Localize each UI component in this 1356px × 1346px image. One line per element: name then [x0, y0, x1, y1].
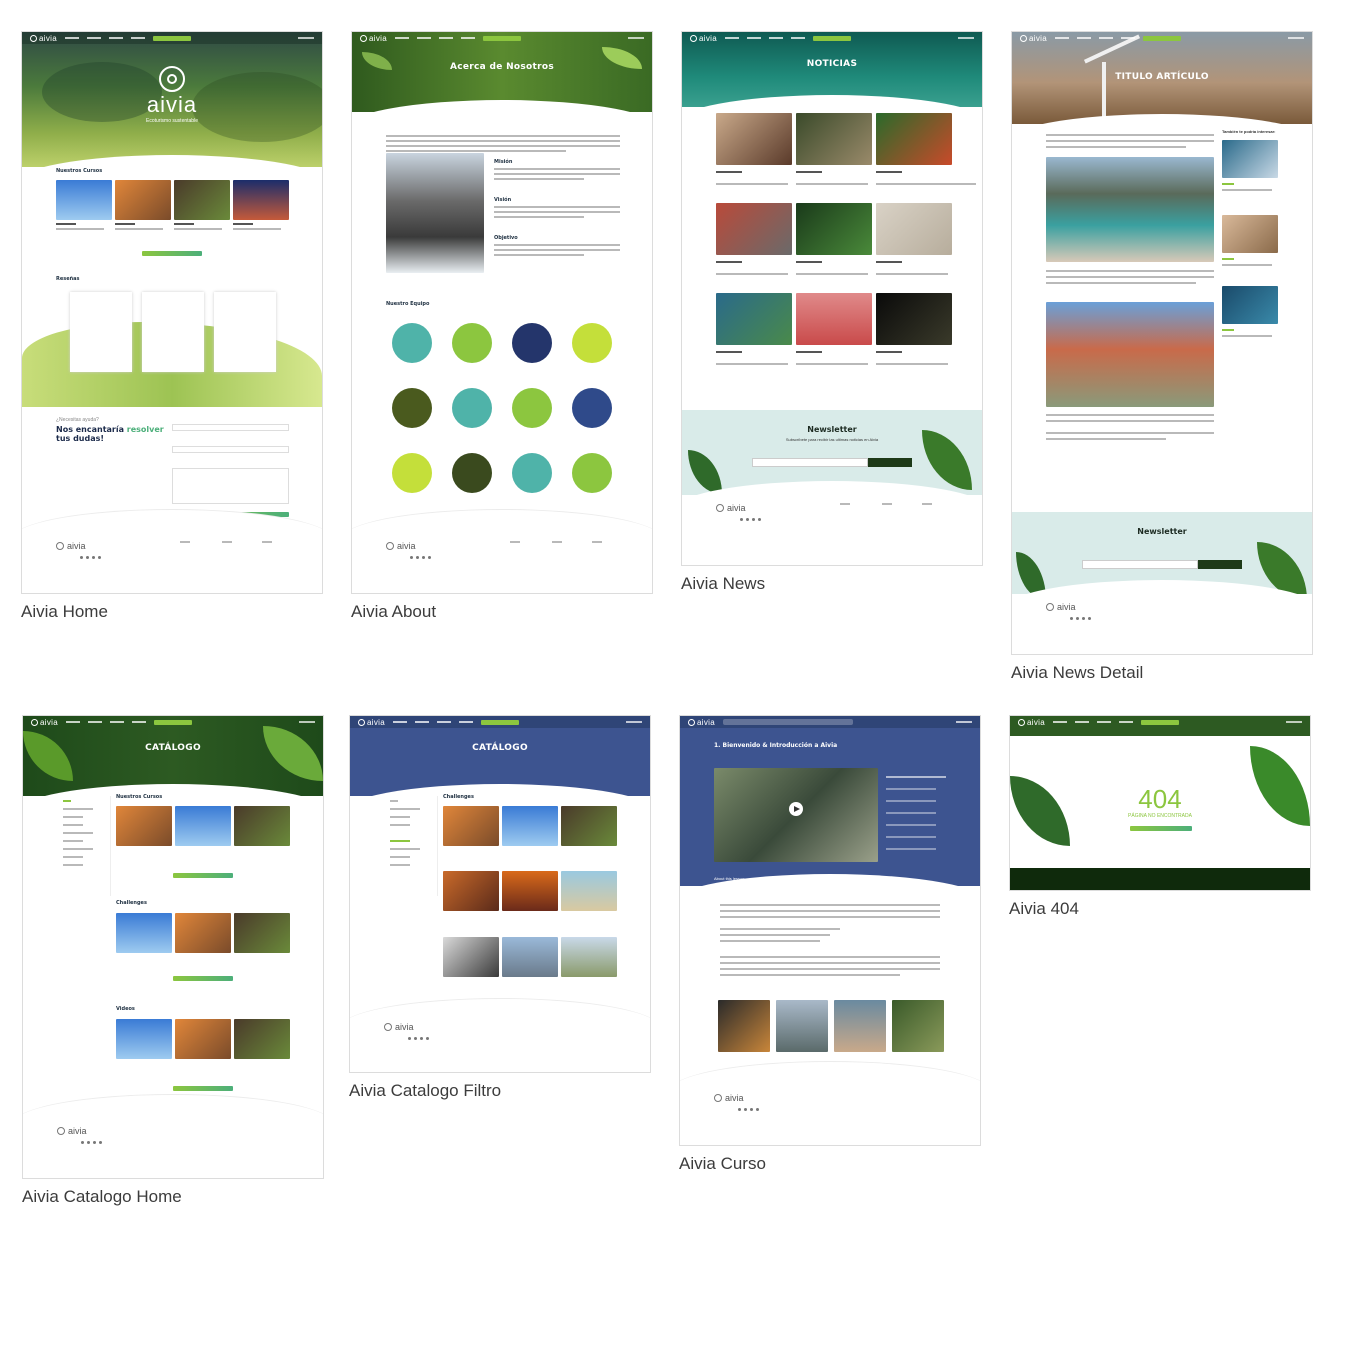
- caption-about[interactable]: Aivia About: [351, 602, 653, 622]
- nav-logo[interactable]: aivia: [30, 34, 57, 43]
- caption-news-detail[interactable]: Aivia News Detail: [1011, 663, 1313, 683]
- about-hero-title: Acerca de Nosotros: [450, 62, 554, 72]
- thumbnail-404[interactable]: aivia 404 PÁGINA NO ENCONTRADA: [1009, 715, 1311, 891]
- 404-message: PÁGINA NO ENCONTRADA: [1128, 813, 1192, 819]
- home-logo: aivia Ecoturismo sustentable: [22, 66, 322, 124]
- thumbnail-card-catalog-filter[interactable]: aivia CATÁLOGO Challenges aivia Aivia Ca…: [349, 715, 651, 1101]
- home-contact-kicker: ¿Necesitas ayuda?: [56, 417, 99, 423]
- caption-course[interactable]: Aivia Curso: [679, 1154, 981, 1174]
- thumbnail-card-news-detail[interactable]: aivia TITULO ARTÍCULO También te podría …: [1011, 31, 1313, 683]
- course-title: 1. Bienvenido & Introducción a Aivia: [714, 742, 838, 749]
- course-about: About this lesson: [714, 876, 745, 881]
- 404-code: 404: [1138, 784, 1182, 814]
- thumbnail-card-404[interactable]: aivia 404 PÁGINA NO ENCONTRADA Aivia 404: [1009, 715, 1311, 919]
- play-icon[interactable]: [789, 802, 803, 816]
- thumbnail-card-news[interactable]: aivia NOTICIAS Newsletter Subscríbete pa…: [681, 31, 983, 594]
- catalog-home-hero-title: CATÁLOGO: [145, 743, 201, 753]
- thumbnail-catalog-home[interactable]: aivia CATÁLOGO Nuestros Cursos Challenge…: [22, 715, 324, 1179]
- caption-home[interactable]: Aivia Home: [21, 602, 323, 622]
- thumbnail-course[interactable]: aivia 1. Bienvenido & Introducción a Aiv…: [679, 715, 981, 1146]
- caption-catalog-filter[interactable]: Aivia Catalogo Filtro: [349, 1081, 651, 1101]
- caption-404[interactable]: Aivia 404: [1009, 899, 1311, 919]
- thumbnail-card-catalog-home[interactable]: aivia CATÁLOGO Nuestros Cursos Challenge…: [22, 715, 324, 1207]
- home-brand-big: aivia: [146, 92, 198, 117]
- news-hero-title: NOTICIAS: [806, 59, 858, 69]
- thumbnail-about[interactable]: aivia Acerca de Nosotros Misión Visión O…: [351, 31, 653, 594]
- about-team-title: Nuestro Equipo: [386, 301, 430, 307]
- thumbnail-home[interactable]: aivia Ecoturismo sustentable aivia Nuest…: [21, 31, 323, 594]
- news-detail-hero-title: TITULO ARTÍCULO: [1115, 72, 1209, 82]
- thumbnail-news-detail[interactable]: aivia TITULO ARTÍCULO También te podría …: [1011, 31, 1313, 655]
- news-detail-sidebar-title: También te podría interesar:: [1222, 129, 1276, 134]
- home-tagline: Ecoturismo sustentable: [146, 118, 198, 124]
- home-hero: aivia Ecoturismo sustentable: [22, 32, 322, 167]
- home-courses-title: Nuestros Cursos: [56, 168, 103, 174]
- thumbnail-card-about[interactable]: aivia Acerca de Nosotros Misión Visión O…: [351, 31, 653, 622]
- thumbnail-catalog-filter[interactable]: aivia CATÁLOGO Challenges aivia: [349, 715, 651, 1073]
- thumbnail-card-home[interactable]: aivia Ecoturismo sustentable aivia Nuest…: [21, 31, 323, 622]
- caption-catalog-home[interactable]: Aivia Catalogo Home: [22, 1187, 324, 1207]
- thumbnail-news[interactable]: aivia NOTICIAS Newsletter Subscríbete pa…: [681, 31, 983, 566]
- catalog-filter-hero-title: CATÁLOGO: [472, 743, 528, 753]
- thumbnail-card-course[interactable]: aivia 1. Bienvenido & Introducción a Aiv…: [679, 715, 981, 1174]
- home-reviews-title: Reseñas: [56, 276, 80, 282]
- caption-news[interactable]: Aivia News: [681, 574, 983, 594]
